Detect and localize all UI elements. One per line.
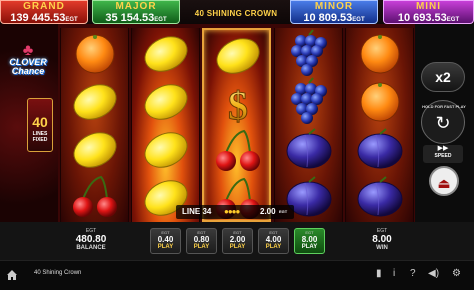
bet-button-3[interactable]: EGT 2.00 PLAY [222, 228, 253, 254]
bet-play-label: PLAY [301, 244, 318, 250]
jackpot-major-name: MAJOR [115, 1, 157, 12]
bet-button-5[interactable]: EGT 8.00 PLAY [294, 228, 325, 254]
home-icon[interactable] [6, 269, 18, 281]
right-panel: x2 HOLD FOR FAST PLAY ↻ ▶▶ SPEED ⏏ [415, 24, 474, 230]
balance-display: EGT 480.80 BALANCE [56, 228, 126, 252]
line-win-currency: EGT [279, 209, 288, 214]
jackpot-minor: MINOR 10 809.53EGT [290, 0, 378, 24]
line-win-value: 2.00 [260, 207, 276, 216]
lemon-icon [144, 36, 188, 72]
bet-value: 0.80 [193, 235, 210, 244]
jackpot-minor-name: MINOR [314, 1, 354, 12]
dollar-icon: $ [228, 83, 249, 128]
clover-icon: ♣ [22, 42, 34, 59]
lines-indicator: 40 LINES FIXED [27, 98, 53, 152]
lines-fixed-label: FIXED [32, 137, 48, 143]
lemon-icon [216, 38, 260, 74]
lines-count: 40 [32, 114, 48, 130]
reel-2 [131, 28, 200, 222]
orange-icon [360, 34, 400, 74]
bet-value: 8.00 [301, 235, 318, 244]
bottom-bar: EGT 480.80 BALANCE EGT 0.40 PLAY EGT 0.8… [0, 222, 474, 260]
lemon-icon [73, 84, 117, 120]
bet-button-2[interactable]: EGT 0.80 PLAY [186, 228, 217, 254]
settings-icon[interactable]: ⚙ [452, 268, 461, 280]
status-game-title: 40 Shining Crown [34, 270, 82, 276]
bet-play-label: PLAY [265, 244, 282, 250]
plum-icon [357, 128, 403, 169]
jackpot-mini-name: MINI [415, 1, 442, 12]
reels-area: $ [58, 24, 415, 222]
svg-text:$: $ [228, 83, 248, 127]
help-icon[interactable]: ? [410, 268, 416, 280]
balance-value: 480.80 [75, 234, 107, 245]
lemon-icon [73, 132, 117, 168]
jackpot-bar: GRAND 139 445.53EGT MAJOR 35 154.53EGT 4… [0, 0, 474, 24]
plum-icon [286, 128, 332, 169]
jackpot-grand: GRAND 139 445.53EGT [0, 0, 88, 24]
logo-line2: Chance [11, 66, 45, 76]
jackpot-mini: MINI 10 693.53EGT [383, 0, 474, 24]
reel-5 [345, 28, 414, 222]
jackpot-grand-name: GRAND [23, 1, 65, 12]
coin-stack-icon: ●●●● [224, 207, 240, 216]
bet-value: 2.00 [229, 235, 246, 244]
cherry-icon [216, 129, 260, 171]
clover-chance-logo: ♣ CLOVER Chance [4, 42, 52, 76]
win-value: 8.00 [372, 234, 392, 245]
balance-label: BALANCE [76, 245, 106, 251]
multiplier-button[interactable]: x2 [421, 62, 465, 92]
lemon-icon [144, 132, 188, 168]
bet-value: 0.40 [157, 235, 174, 244]
bet-button-4[interactable]: EGT 4.00 PLAY [258, 228, 289, 254]
grape-icon [291, 29, 327, 76]
orange-icon [360, 82, 400, 122]
history-icon[interactable]: ▮ [376, 268, 382, 280]
bet-play-label: PLAY [193, 244, 210, 250]
bet-value: 4.00 [265, 235, 282, 244]
left-panel: ♣ CLOVER Chance 40 LINES FIXED [0, 24, 58, 230]
line-win-display: LINE 34 ●●●● 2.00 EGT [176, 205, 294, 219]
fast-play-button[interactable]: HOLD FOR FAST PLAY ↻ [421, 100, 466, 144]
bet-button-1[interactable]: EGT 0.40 PLAY [150, 228, 181, 254]
grape-icon [291, 77, 327, 124]
reel-4 [274, 28, 343, 222]
win-label: WIN [376, 245, 388, 251]
info-icon[interactable]: i [393, 268, 395, 280]
plum-icon [357, 176, 403, 217]
reel-3: $ [202, 28, 271, 222]
status-bar: 40 Shining Crown ▮ i ? ◀) ⚙ [0, 260, 474, 290]
collect-icon[interactable]: ⏏ [429, 166, 459, 196]
sound-icon[interactable]: ◀) [428, 268, 439, 280]
game-title: 40 SHINING CROWN [194, 9, 278, 18]
reel-1 [60, 28, 129, 222]
speed-label: SPEED [434, 153, 452, 159]
win-display: EGT 8.00 WIN [346, 228, 418, 252]
fast-play-label: HOLD FOR FAST PLAY [422, 104, 466, 109]
fast-forward-icon: ▶▶ [437, 145, 449, 152]
cherry-icon [73, 175, 117, 217]
bet-play-label: PLAY [229, 244, 246, 250]
speed-button[interactable]: ▶▶ SPEED [423, 145, 463, 163]
line-win-label: LINE 34 [182, 207, 212, 216]
orange-icon [75, 34, 115, 74]
lemon-icon [144, 84, 188, 120]
bet-play-label: PLAY [157, 244, 174, 250]
jackpot-major: MAJOR 35 154.53EGT [92, 0, 180, 24]
